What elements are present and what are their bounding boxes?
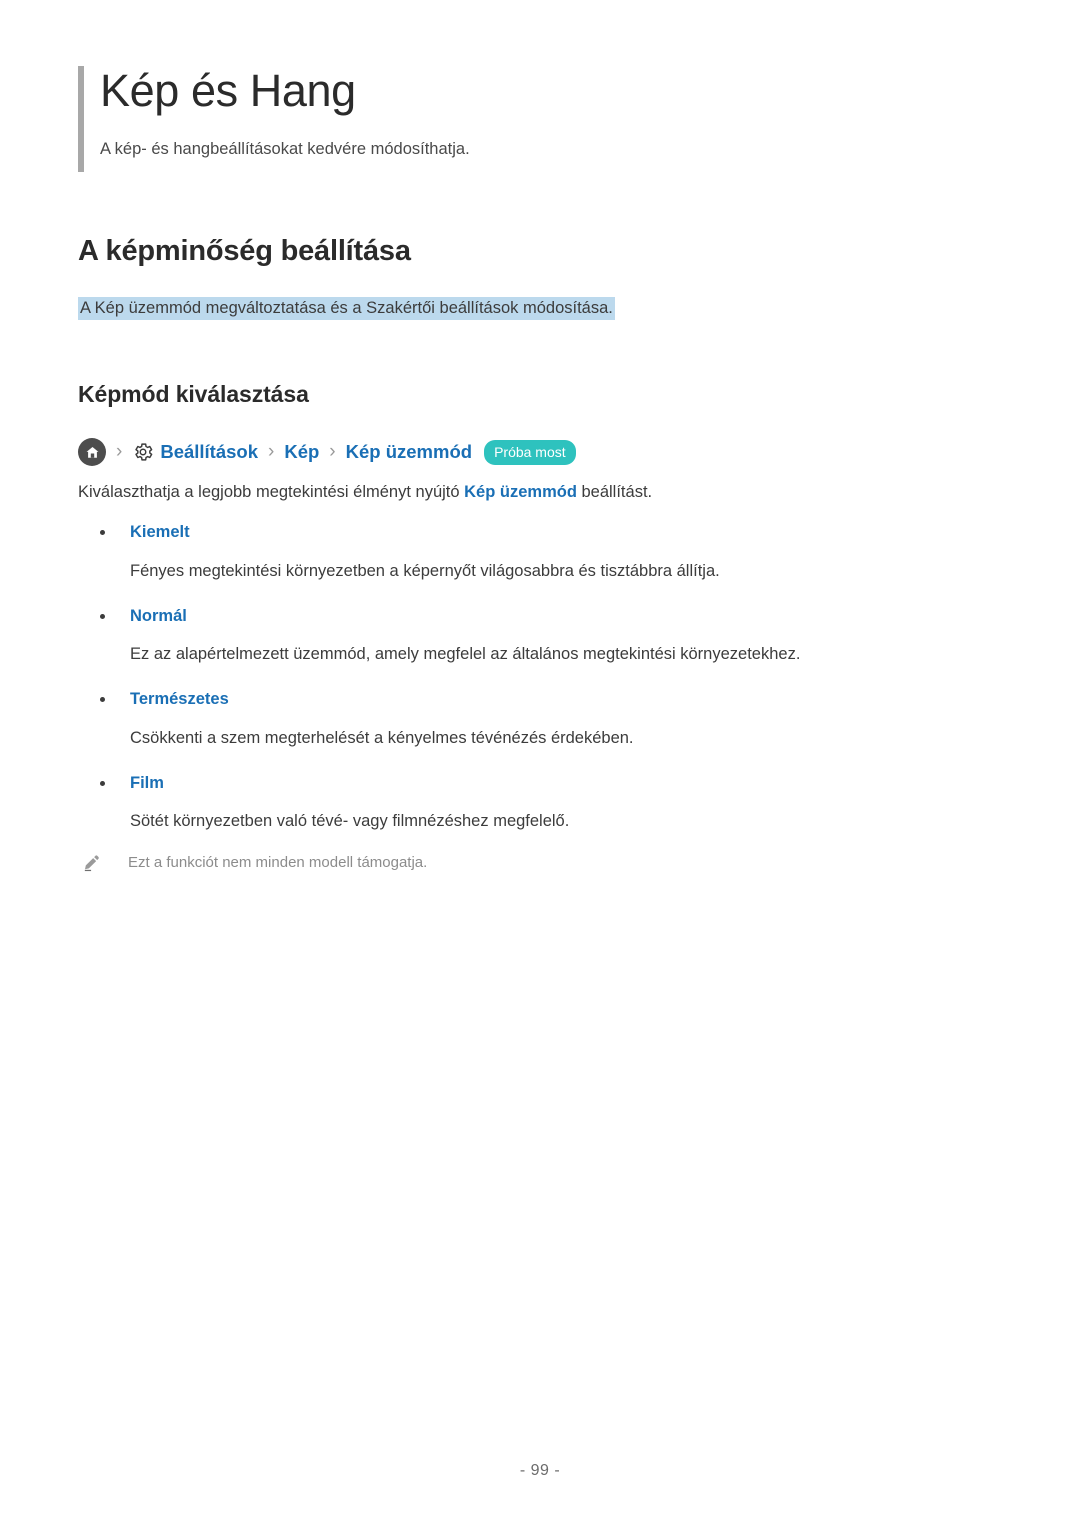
list-item: Kiemelt Fényes megtekintési környezetben… [78,520,978,584]
mode-description: Fényes megtekintési környezetben a képer… [130,561,720,580]
pencil-icon [82,853,102,873]
title-accent-bar [78,66,84,172]
mode-term-label: Film [130,773,164,792]
lead-paragraph-link[interactable]: Kép üzemmód [464,483,577,501]
home-icon[interactable] [78,438,106,466]
breadcrumb-item-settings[interactable]: Beállítások [160,441,258,463]
mode-description: Csökkenti a szem megterhelését a kényelm… [130,728,634,747]
breadcrumb: › Beállítások › Kép › Kép üzemmód Próba … [78,438,576,466]
mode-term-label: Kiemelt [130,523,190,541]
mode-term-termeszetes: Természetes [78,687,978,712]
mode-term-film: Film [78,771,978,796]
lead-paragraph-after: beállítást. [576,483,653,501]
bullet-icon [100,530,105,535]
lead-paragraph: Kiválaszthatja a legjobb megtekintési él… [78,480,652,505]
list-item: Normál Ez az alapértelmezett üzemmód, am… [78,604,978,668]
section-summary-highlight: A Kép üzemmód megváltoztatása és a Szaké… [78,297,615,320]
breadcrumb-separator: › [116,441,123,462]
lead-paragraph-before: Kiválaszthatja a legjobb megtekintési él… [78,483,465,501]
breadcrumb-item-picture-mode[interactable]: Kép üzemmód [346,441,472,463]
section-summary: A Kép üzemmód megváltoztatása és a Szaké… [78,296,615,321]
page-subtitle: A kép- és hangbeállításokat kedvére módo… [100,139,470,158]
bullet-icon [100,697,105,702]
gear-icon[interactable] [132,441,154,463]
section-heading: A képminőség beállítása [78,235,411,267]
list-item: Film Sötét környezetben való tévé- vagy … [78,771,978,835]
mode-description: Ez az alapértelmezett üzemmód, amely meg… [130,645,801,664]
subsection-heading: Képmód kiválasztása [78,381,309,407]
breadcrumb-item-picture[interactable]: Kép [284,441,319,463]
picture-mode-list: Kiemelt Fényes megtekintési környezetben… [78,520,978,834]
list-item: Természetes Csökkenti a szem megterhelés… [78,687,978,751]
title-block: Kép és Hang A kép- és hangbeállításokat … [78,64,978,172]
page-number: - 99 - [519,1462,561,1479]
mode-term-kiemelt: Kiemelt [78,520,978,545]
document-page: Kép és Hang A kép- és hangbeállításokat … [0,0,1080,1527]
note-text: Ezt a funkciót nem minden modell támogat… [128,854,428,871]
note-row: Ezt a funkciót nem minden modell támogat… [82,852,427,873]
mode-term-normal: Normál [78,604,978,629]
breadcrumb-separator: › [268,441,275,462]
bullet-icon [100,613,105,619]
page-title: Kép és Hang [100,65,356,116]
mode-term-label: Természetes [130,690,229,708]
mode-term-label: Normál [130,606,187,625]
breadcrumb-separator: › [329,441,336,462]
try-now-badge[interactable]: Próba most [484,439,576,465]
bullet-icon [100,780,105,786]
mode-description: Sötét környezetben való tévé- vagy filmn… [130,812,570,831]
